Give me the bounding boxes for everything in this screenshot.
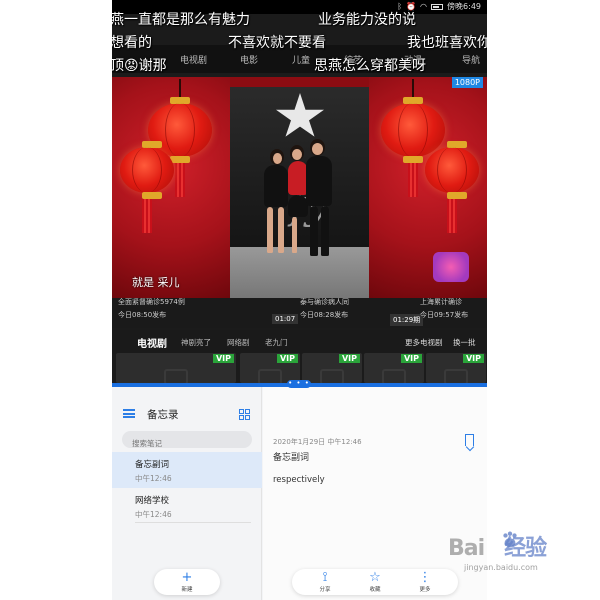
more-label: 更多 <box>419 587 431 593</box>
drag-handle[interactable]: • • • <box>287 380 311 388</box>
battery-icon <box>431 3 444 10</box>
share-icon: ⟟ <box>322 570 328 585</box>
red-backdrop-right <box>369 77 487 298</box>
video-thumbnail[interactable]: VIP <box>364 353 424 383</box>
danmaku-comment: 思燕怎么穿都美呀 <box>314 58 426 74</box>
new-note-pill: + 新建 <box>154 569 220 595</box>
favorite-button[interactable]: ☆ 收藏 <box>358 571 392 593</box>
news-cards-row: 全面紧督确诊5974例 今日08:50发布 01:07 泰与确诊病人同 今日08… <box>112 298 487 328</box>
video-frame-photo: fy <box>230 87 369 298</box>
wifi-icon: ◠ <box>420 2 428 11</box>
tab-kids[interactable]: 儿童 <box>292 53 310 66</box>
note-list-item[interactable]: 网络学校 中午12:46 <box>112 488 262 524</box>
vip-badge: VIP <box>212 354 234 363</box>
status-time: 傍晚6:49 <box>447 2 481 11</box>
plus-icon: + <box>181 570 193 585</box>
more-tv-link[interactable]: 更多电视剧 <box>405 337 443 348</box>
resolution-badge[interactable]: 1080P <box>451 77 483 88</box>
notes-header: 备忘录 <box>112 387 262 427</box>
danmaku-comment: 业务能力没的说 <box>318 12 416 28</box>
danmaku-comment: 不喜欢就不要看 <box>228 35 326 51</box>
split-screen-divider[interactable]: • • • <box>112 380 487 388</box>
note-time: 中午12:46 <box>135 474 172 483</box>
note-date: 2020年1月29日 中午12:46 <box>273 438 362 446</box>
section-tag[interactable]: 老九门 <box>265 337 288 348</box>
paw-logo-icon <box>503 531 517 548</box>
new-note-button[interactable]: + 新建 <box>170 571 204 593</box>
note-actions-pill: ⟟ 分享 ☆ 收藏 ⋮ 更多 <box>292 569 458 595</box>
list-divider <box>135 522 251 523</box>
watermark-url: jingyan.baidu.com <box>464 563 538 572</box>
video-thumbnail[interactable]: VIP <box>116 353 236 383</box>
tv-section-header: 电视剧 神剧亮了 网络剧 老九门 更多电视剧 换一批 <box>112 330 487 354</box>
vip-badge: VIP <box>400 354 422 363</box>
bookmark-icon[interactable] <box>465 434 474 446</box>
lantern-image <box>381 79 445 197</box>
vip-badge: VIP <box>276 354 298 363</box>
share-button[interactable]: ⟟ 分享 <box>308 571 342 593</box>
card-time: 今日08:50发布 <box>118 311 167 319</box>
video-thumbnail[interactable]: VIP <box>426 353 486 383</box>
video-app-window: ᛒ ⏰ ◠ 傍晚6:49 电视剧 电影 儿童 综艺 动漫 导航 燕一直都是那么有… <box>112 0 487 383</box>
lantern-image <box>120 141 174 233</box>
tab-movie[interactable]: 电影 <box>240 53 258 66</box>
card-duration: 01:07 <box>272 314 299 324</box>
danmaku-comment: 顶😡谢那 <box>112 58 167 74</box>
new-note-label: 新建 <box>181 587 193 593</box>
danmaku-comment: 我也班喜欢你 <box>407 35 487 51</box>
note-title: 网络学校 <box>135 496 170 506</box>
tablet-screen: ᛒ ⏰ ◠ 傍晚6:49 电视剧 电影 儿童 综艺 动漫 导航 燕一直都是那么有… <box>112 0 487 600</box>
section-tag[interactable]: 网络剧 <box>227 337 250 348</box>
vip-badge: VIP <box>338 354 360 363</box>
tab-tv[interactable]: 电视剧 <box>180 53 207 66</box>
note-time: 中午12:46 <box>135 510 172 519</box>
red-backdrop-left <box>112 77 230 298</box>
notes-list-pane: 备忘录 备忘副词 中午12:46 网络学校 中午12:46 + 新建 <box>112 387 262 600</box>
show-logo-icon <box>433 252 469 282</box>
video-player[interactable]: fy 1080P 就是 采儿 <box>112 77 487 298</box>
video-thumbnail[interactable]: VIP <box>302 353 362 383</box>
note-list-item[interactable]: 备忘副词 中午12:46 <box>112 452 262 488</box>
card-time: 今日09:57发布 <box>420 311 469 319</box>
lantern-image <box>425 141 479 233</box>
danmaku-comment: 燕一直都是那么有魅力 <box>112 12 250 28</box>
watermark-brand: Bai <box>448 536 485 561</box>
grid-view-icon[interactable] <box>239 409 250 420</box>
vip-badge: VIP <box>462 354 484 363</box>
refresh-link[interactable]: 换一批 <box>453 337 476 348</box>
section-title[interactable]: 电视剧 <box>137 335 167 350</box>
danmaku-comment: 想看的 <box>112 35 152 51</box>
search-bar[interactable] <box>122 431 252 452</box>
tab-navigation[interactable]: 导航 <box>462 53 480 66</box>
card-title[interactable]: 泰与确诊病人同 <box>300 297 349 307</box>
card-duration: 01:29期 <box>390 314 424 326</box>
search-input[interactable] <box>132 435 242 452</box>
more-button[interactable]: ⋮ 更多 <box>408 571 442 593</box>
app-title: 备忘录 <box>147 409 179 421</box>
baidu-watermark: Bai 经验 jingyan.baidu.com <box>448 530 588 580</box>
note-heading[interactable]: 备忘副词 <box>273 450 309 463</box>
share-label: 分享 <box>319 587 331 593</box>
notes-app-window: 备忘录 备忘副词 中午12:46 网络学校 中午12:46 + 新建 <box>112 387 487 600</box>
video-subtitle: 就是 采儿 <box>132 276 180 289</box>
card-title[interactable]: 上海累计确诊 <box>420 297 462 307</box>
more-icon: ⋮ <box>418 570 432 585</box>
section-tag[interactable]: 神剧亮了 <box>181 337 211 348</box>
note-body[interactable]: respectively <box>273 475 325 485</box>
note-title: 备忘副词 <box>135 460 170 470</box>
star-icon: ☆ <box>369 570 381 585</box>
card-time: 今日08:28发布 <box>300 311 349 319</box>
menu-icon[interactable] <box>123 409 135 418</box>
card-title[interactable]: 全面紧督确诊5974例 <box>118 297 185 307</box>
favorite-label: 收藏 <box>369 587 381 593</box>
